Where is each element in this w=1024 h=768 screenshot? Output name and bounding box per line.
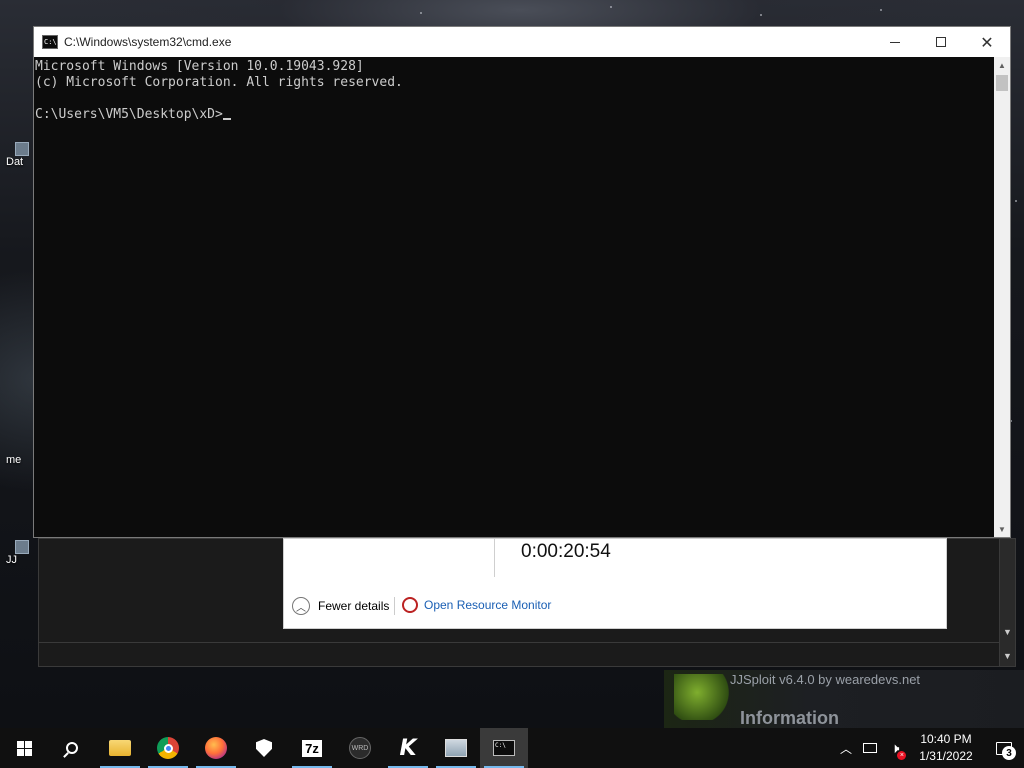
cmd-icon: C:\ <box>493 740 515 756</box>
file-icon <box>15 142 29 156</box>
taskbar: 7z WRD K C:\ ︿ 🕨 × 10:40 PM 1/31/2022 3 <box>0 728 1024 768</box>
task-manager-scrollbar[interactable]: ▼ ▼ <box>999 539 1015 666</box>
notification-count-badge: 3 <box>1002 746 1016 760</box>
show-hidden-icons-button[interactable]: ︿ <box>834 728 858 768</box>
window-title: C:\Windows\system32\cmd.exe <box>64 35 232 49</box>
taskbar-image-app[interactable] <box>432 728 480 768</box>
search-icon <box>66 742 78 754</box>
chevron-up-icon: ︿ <box>839 741 852 756</box>
clock-time: 10:40 PM <box>920 732 972 746</box>
fewer-details-label: Fewer details <box>318 599 390 613</box>
speaker-muted-icon: 🕨 × <box>891 740 907 760</box>
close-button[interactable]: ✕ <box>964 27 1010 57</box>
window-controls: ✕ <box>872 27 1010 57</box>
search-button[interactable] <box>48 728 96 768</box>
7zip-icon: 7z <box>302 739 322 757</box>
image-icon <box>445 739 467 757</box>
open-resource-monitor-link[interactable]: Open Resource Monitor <box>402 597 551 613</box>
resource-monitor-icon <box>402 597 418 613</box>
maximize-button[interactable] <box>918 27 964 57</box>
desktop-icon-jj[interactable]: JJ <box>6 540 29 566</box>
taskbar-cmd[interactable]: C:\ <box>480 728 528 768</box>
k-icon: K <box>399 735 417 761</box>
desktop-icon-dat[interactable]: Dat <box>6 142 29 168</box>
jjsploit-title: JJSploit v6.4.0 by wearedevs.net <box>730 672 921 687</box>
shield-icon <box>256 739 272 757</box>
cmd-window[interactable]: C:\ C:\Windows\system32\cmd.exe ✕ Micros… <box>33 26 1011 538</box>
firefox-icon <box>205 737 227 759</box>
taskbar-k-app[interactable]: K <box>384 728 432 768</box>
desktop-icon-me[interactable]: me <box>6 454 21 466</box>
taskbar-wrd[interactable]: WRD <box>336 728 384 768</box>
action-center-button[interactable]: 3 <box>984 728 1024 768</box>
system-tray: ︿ 🕨 × 10:40 PM 1/31/2022 3 <box>834 728 1024 768</box>
windows-logo-icon <box>16 740 32 756</box>
console-prompt: C:\Users\VM5\Desktop\xD> <box>35 107 223 122</box>
taskbar-firefox[interactable] <box>192 728 240 768</box>
minimize-button[interactable] <box>872 27 918 57</box>
scroll-down-icon[interactable]: ▼ <box>1003 627 1012 637</box>
jjsploit-window[interactable]: JJSploit v6.4.0 by wearedevs.net Informa… <box>664 670 1024 728</box>
console-line: (c) Microsoft Corporation. All rights re… <box>35 75 403 90</box>
taskbar-7zip[interactable]: 7z <box>288 728 336 768</box>
clock-button[interactable]: 10:40 PM 1/31/2022 <box>908 728 984 768</box>
text-cursor <box>222 118 231 120</box>
file-icon <box>15 540 29 554</box>
clock-date: 1/31/2022 <box>919 749 973 763</box>
divider <box>394 597 395 615</box>
taskbar-file-explorer[interactable] <box>96 728 144 768</box>
maximize-icon <box>936 37 946 47</box>
uptime-value: 0:00:20:54 <box>521 541 611 562</box>
desktop-icon-label: JJ <box>6 554 17 566</box>
jjsploit-information-heading: Information <box>740 708 839 728</box>
taskbar-security[interactable] <box>240 728 288 768</box>
network-button[interactable] <box>858 728 882 768</box>
divider <box>494 539 495 577</box>
chrome-icon <box>157 737 179 759</box>
cmd-app-icon[interactable]: C:\ <box>42 35 58 49</box>
folder-icon <box>109 740 131 756</box>
scroll-down-icon[interactable]: ▼ <box>1003 651 1012 661</box>
star <box>880 9 882 11</box>
scroll-up-icon[interactable]: ▲ <box>994 57 1010 73</box>
console-output[interactable]: Microsoft Windows [Version 10.0.19043.92… <box>34 57 994 537</box>
console-prompt-line[interactable]: C:\Users\VM5\Desktop\xD> <box>35 107 994 123</box>
open-resource-monitor-label: Open Resource Monitor <box>424 598 552 612</box>
close-icon: ✕ <box>980 32 994 52</box>
scroll-down-icon[interactable]: ▼ <box>994 521 1010 537</box>
task-manager-performance-panel: 0:00:20:54 ︿ Fewer details Open Resource… <box>283 538 947 629</box>
console-line: Microsoft Windows [Version 10.0.19043.92… <box>35 59 364 74</box>
wrd-icon: WRD <box>349 737 371 759</box>
cmd-titlebar[interactable]: C:\ C:\Windows\system32\cmd.exe ✕ <box>34 27 1010 57</box>
minimize-icon <box>890 41 900 43</box>
scrollbar-thumb[interactable] <box>996 75 1008 91</box>
start-button[interactable] <box>0 728 48 768</box>
network-icon <box>863 743 877 753</box>
desktop-icon-label: Dat <box>6 156 24 168</box>
cmd-scrollbar[interactable]: ▲ ▼ <box>994 57 1010 537</box>
fewer-details-button[interactable]: ︿ Fewer details <box>292 597 389 615</box>
chevron-up-icon: ︿ <box>292 597 310 615</box>
star <box>420 12 422 14</box>
taskbar-chrome[interactable] <box>144 728 192 768</box>
star <box>610 6 612 8</box>
star <box>1015 200 1017 202</box>
volume-button[interactable]: 🕨 × <box>882 728 908 768</box>
desktop-icon-label: me <box>6 454 22 466</box>
task-manager-status-strip <box>39 642 999 666</box>
leaf-logo-icon <box>674 674 732 720</box>
star <box>760 14 762 16</box>
